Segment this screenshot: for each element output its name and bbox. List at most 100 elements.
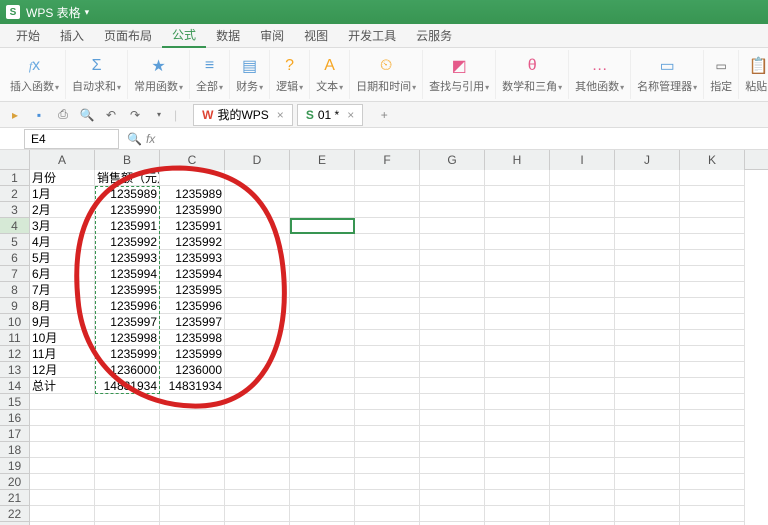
cell-E15[interactable] [290,394,355,410]
cell-D5[interactable] [225,234,290,250]
cell-I4[interactable] [550,218,615,234]
row-header-19[interactable]: 19 [0,458,30,474]
cell-C13[interactable]: 1236000 [160,362,225,378]
fx-icon[interactable]: fx [146,132,155,146]
cell-B2[interactable]: 1235989 [95,186,160,202]
cell-D7[interactable] [225,266,290,282]
cell-G15[interactable] [420,394,485,410]
cell-C18[interactable] [160,442,225,458]
cell-H18[interactable] [485,442,550,458]
cell-K6[interactable] [680,250,745,266]
cell-C15[interactable] [160,394,225,410]
cell-D8[interactable] [225,282,290,298]
cell-H5[interactable] [485,234,550,250]
cell-F10[interactable] [355,314,420,330]
cell-D22[interactable] [225,506,290,522]
cell-I19[interactable] [550,458,615,474]
cell-F20[interactable] [355,474,420,490]
cell-A12[interactable]: 11月 [30,346,95,362]
cell-A19[interactable] [30,458,95,474]
cell-C11[interactable]: 1235998 [160,330,225,346]
cell-K4[interactable] [680,218,745,234]
cell-J9[interactable] [615,298,680,314]
cell-E7[interactable] [290,266,355,282]
menu-tab-7[interactable]: 开发工具 [338,24,406,48]
cell-C4[interactable]: 1235991 [160,218,225,234]
col-header-D[interactable]: D [225,150,290,170]
cell-B20[interactable] [95,474,160,490]
cell-A17[interactable] [30,426,95,442]
cell-B12[interactable]: 1235999 [95,346,160,362]
cell-K22[interactable] [680,506,745,522]
other-functions-button[interactable]: …其他函数▾ [569,50,631,99]
cell-I21[interactable] [550,490,615,506]
cell-F7[interactable] [355,266,420,282]
cell-I18[interactable] [550,442,615,458]
row-header-8[interactable]: 8 [0,282,30,298]
cell-E9[interactable] [290,298,355,314]
row-header-12[interactable]: 12 [0,346,30,362]
cell-F19[interactable] [355,458,420,474]
cell-J20[interactable] [615,474,680,490]
undo-icon[interactable]: ↶ [102,106,120,124]
cell-E20[interactable] [290,474,355,490]
cell-E1[interactable] [290,170,355,186]
cell-A13[interactable]: 12月 [30,362,95,378]
cell-K5[interactable] [680,234,745,250]
cell-A8[interactable]: 7月 [30,282,95,298]
spreadsheet-grid[interactable]: ABCDEFGHIJK 1月份销售额（元）21月1235989123598932… [0,150,768,525]
cell-J10[interactable] [615,314,680,330]
col-header-B[interactable]: B [95,150,160,170]
cell-K20[interactable] [680,474,745,490]
cell-F11[interactable] [355,330,420,346]
cell-J18[interactable] [615,442,680,458]
menu-tab-1[interactable]: 插入 [50,24,94,48]
cell-E5[interactable] [290,234,355,250]
cell-B3[interactable]: 1235990 [95,202,160,218]
cell-K3[interactable] [680,202,745,218]
cell-K7[interactable] [680,266,745,282]
cell-F5[interactable] [355,234,420,250]
cell-E3[interactable] [290,202,355,218]
cell-C1[interactable] [160,170,225,186]
cell-I7[interactable] [550,266,615,282]
row-header-3[interactable]: 3 [0,202,30,218]
cell-E19[interactable] [290,458,355,474]
cell-H11[interactable] [485,330,550,346]
cell-G13[interactable] [420,362,485,378]
cell-G16[interactable] [420,410,485,426]
cell-J5[interactable] [615,234,680,250]
cell-B17[interactable] [95,426,160,442]
cell-J13[interactable] [615,362,680,378]
cell-D16[interactable] [225,410,290,426]
cell-B22[interactable] [95,506,160,522]
row-header-18[interactable]: 18 [0,442,30,458]
cell-A18[interactable] [30,442,95,458]
cell-D6[interactable] [225,250,290,266]
cell-B18[interactable] [95,442,160,458]
cell-D13[interactable] [225,362,290,378]
cell-F2[interactable] [355,186,420,202]
cell-I12[interactable] [550,346,615,362]
cell-A11[interactable]: 10月 [30,330,95,346]
row-header-5[interactable]: 5 [0,234,30,250]
cell-D21[interactable] [225,490,290,506]
menu-tab-0[interactable]: 开始 [6,24,50,48]
row-header-1[interactable]: 1 [0,170,30,186]
cell-A20[interactable] [30,474,95,490]
cell-D1[interactable] [225,170,290,186]
cell-J2[interactable] [615,186,680,202]
cell-H22[interactable] [485,506,550,522]
cell-J11[interactable] [615,330,680,346]
cell-C5[interactable]: 1235992 [160,234,225,250]
cell-E12[interactable] [290,346,355,362]
cell-B21[interactable] [95,490,160,506]
cell-B1[interactable]: 销售额（元） [95,170,160,186]
cell-G7[interactable] [420,266,485,282]
cell-A1[interactable]: 月份 [30,170,95,186]
cell-H3[interactable] [485,202,550,218]
row-header-15[interactable]: 15 [0,394,30,410]
cell-B19[interactable] [95,458,160,474]
cell-E17[interactable] [290,426,355,442]
cell-H8[interactable] [485,282,550,298]
